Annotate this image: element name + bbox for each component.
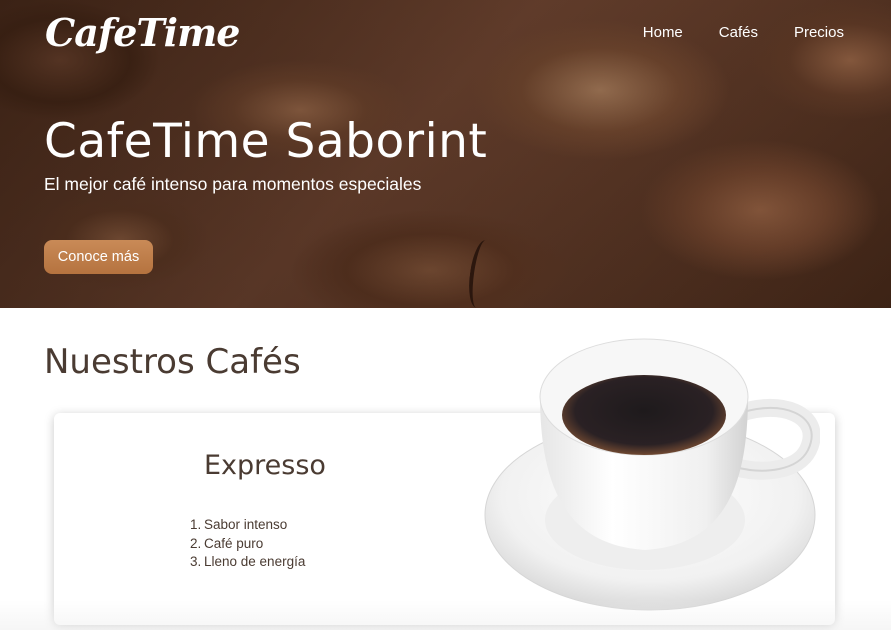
brand-logo[interactable]: CafeTime xyxy=(45,10,240,55)
list-item: 3. Lleno de energía xyxy=(190,553,306,572)
list-item-number: 2. xyxy=(190,535,202,551)
coffee-cup-illustration xyxy=(484,338,821,611)
list-item-number: 3. xyxy=(190,554,202,569)
nav-item-home[interactable]: Home xyxy=(643,24,683,41)
nav-item-precios[interactable]: Precios xyxy=(794,24,844,41)
bottom-fade xyxy=(0,600,891,630)
product-name: Expresso xyxy=(204,450,326,481)
hero-subtitle: El mejor café intenso para momentos espe… xyxy=(44,174,422,194)
feature-list: 1. Sabor intenso 2. Café puro 3. Lleno d… xyxy=(190,516,306,572)
list-item-text: Café puro xyxy=(204,535,264,551)
coffee-cup-icon xyxy=(480,335,821,620)
list-item-text: Lleno de energía xyxy=(204,554,306,569)
main-nav: Home Cafés Precios xyxy=(607,24,844,41)
list-item-number: 1. xyxy=(190,517,202,532)
conoce-mas-button[interactable]: Conoce más xyxy=(44,240,153,274)
section-title: Nuestros Cafés xyxy=(44,342,301,382)
nav-item-cafes[interactable]: Cafés xyxy=(719,24,758,41)
coffee-bean-crack xyxy=(465,238,497,308)
list-item-text: Sabor intenso xyxy=(204,517,288,532)
list-item: 2. Café puro xyxy=(190,535,305,554)
hero-title: CafeTime Saborint xyxy=(44,114,488,169)
list-item: 1. Sabor intenso xyxy=(190,516,305,535)
hero-banner: CafeTime Home Cafés Precios CafeTime Sab… xyxy=(0,0,891,308)
